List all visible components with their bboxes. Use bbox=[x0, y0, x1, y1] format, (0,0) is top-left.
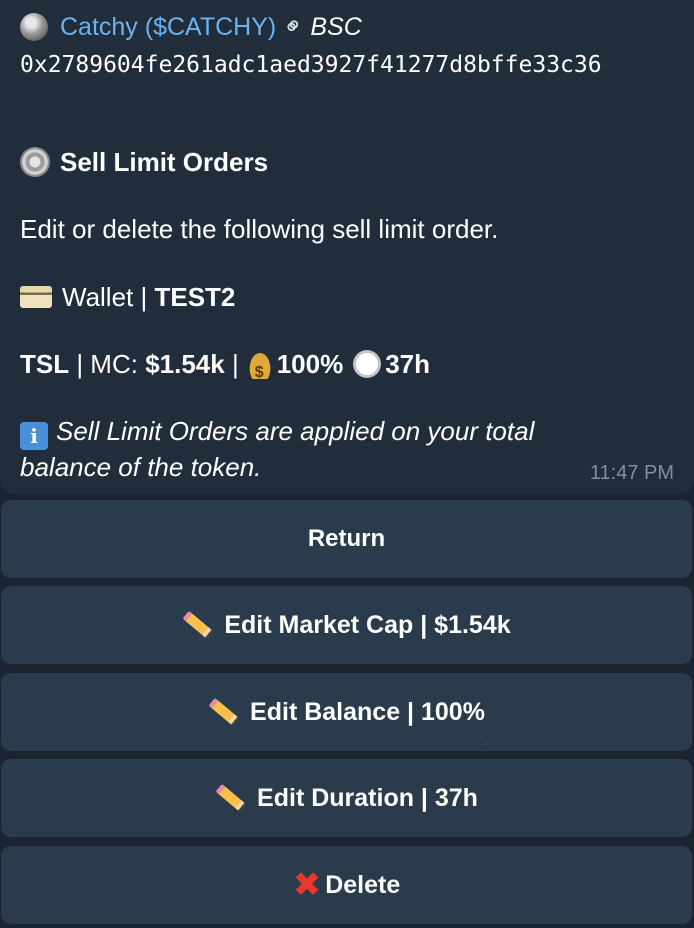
order-separator: | bbox=[224, 349, 239, 379]
pencil-icon bbox=[208, 697, 240, 727]
edit-balance-button[interactable]: Edit Balance | 100% bbox=[1, 673, 692, 751]
edit-duration-button[interactable]: Edit Duration | 37h bbox=[1, 759, 692, 837]
gear-icon bbox=[20, 147, 50, 177]
return-button-label: Return bbox=[307, 525, 386, 552]
order-mc-value: $1.54k bbox=[145, 349, 225, 379]
info-note: i Sell Limit Orders are applied on your t… bbox=[20, 414, 620, 484]
token-name-link[interactable]: Catchy ($CATCHY) bbox=[60, 12, 276, 42]
order-mc-label: | MC: bbox=[69, 349, 146, 379]
credit-card-icon bbox=[20, 286, 52, 308]
order-summary-line: TSL | MC: $1.54k | 100% 37h bbox=[20, 347, 431, 390]
edit-market-cap-label: Edit Market Cap | $1.54k bbox=[224, 610, 511, 639]
pencil-icon bbox=[182, 610, 214, 640]
wallet-name: TEST2 bbox=[154, 282, 236, 312]
order-balance-value: 100% bbox=[276, 349, 344, 379]
stopwatch-icon bbox=[353, 350, 382, 378]
wallet-line: Wallet | TEST2 bbox=[20, 280, 235, 314]
delete-label: Delete bbox=[325, 870, 401, 899]
cross-mark-icon: ✖ bbox=[292, 866, 322, 904]
edit-balance-label: Edit Balance | 100% bbox=[250, 697, 485, 726]
edit-duration-label: Edit Duration | 37h bbox=[257, 783, 478, 812]
token-line: Catchy ($CATCHY) ⚭ BSC bbox=[20, 9, 362, 44]
delete-button[interactable]: ✖ Delete bbox=[1, 846, 692, 924]
token-address[interactable]: 0x2789604fe261adc1aed3927f41277d8bffe33c… bbox=[20, 48, 680, 82]
return-button[interactable]: Return bbox=[1, 500, 692, 578]
message-timestamp: 11:47 PM bbox=[589, 462, 674, 484]
pencil-icon bbox=[215, 783, 247, 813]
chat-view: Catchy ($CATCHY) ⚭ BSC 0x2789604fe261adc… bbox=[0, 0, 694, 928]
info-icon: i bbox=[20, 422, 48, 450]
edit-market-cap-button[interactable]: Edit Market Cap | $1.54k bbox=[1, 586, 692, 664]
wallet-label: Wallet | bbox=[62, 282, 155, 312]
heading-text: Sell Limit Orders bbox=[60, 147, 269, 177]
link-icon: ⚭ bbox=[277, 9, 311, 44]
section-heading: Sell Limit Orders bbox=[20, 145, 268, 179]
money-bag-icon bbox=[246, 349, 273, 390]
info-text: Sell Limit Orders are applied on your to… bbox=[20, 416, 535, 482]
subtitle-text: Edit or delete the following sell limit … bbox=[20, 214, 499, 244]
order-type: TSL bbox=[20, 349, 70, 379]
chain-label: BSC bbox=[310, 13, 362, 41]
order-duration-value: 37h bbox=[385, 349, 431, 379]
bot-message-bubble: Catchy ($CATCHY) ⚭ BSC 0x2789604fe261adc… bbox=[0, 0, 694, 494]
token-avatar-icon bbox=[20, 13, 48, 41]
